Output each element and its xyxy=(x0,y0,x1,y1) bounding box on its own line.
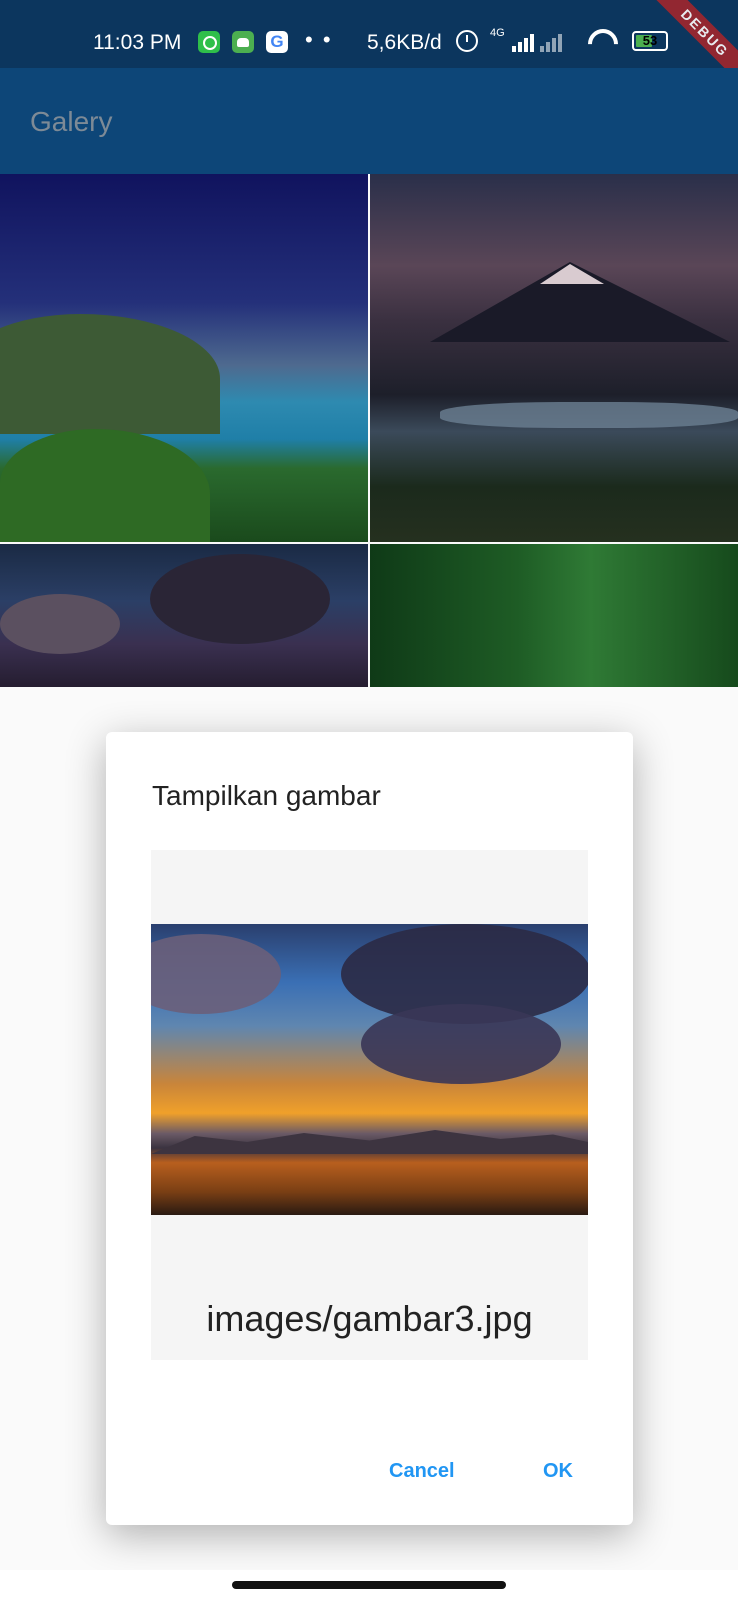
app-bar: Galery xyxy=(0,68,738,174)
ok-button[interactable]: OK xyxy=(543,1460,573,1483)
snow-cap-shape xyxy=(540,264,604,284)
dialog-title: Tampilkan gambar xyxy=(152,780,381,811)
battery-icon: 53 xyxy=(632,31,668,51)
network-type-label: 4G xyxy=(490,27,505,39)
status-time: 11:03 PM xyxy=(93,31,182,54)
battery-level: 53 xyxy=(642,33,658,48)
gallery-image-lake[interactable] xyxy=(0,174,368,542)
network-speed: 5,6KB/d xyxy=(367,31,442,54)
cloud-shape xyxy=(0,594,120,654)
preview-image xyxy=(151,924,588,1215)
gallery-image-valley[interactable] xyxy=(370,544,738,687)
cloud-shape xyxy=(150,554,330,644)
image-dialog: Tampilkan gambar images/gambar3.jpg Canc… xyxy=(106,732,633,1525)
cloud-shape xyxy=(151,934,281,1014)
wifi-icon xyxy=(588,29,618,53)
cloud-shape xyxy=(361,1004,561,1084)
mountain-silhouette xyxy=(151,1130,588,1154)
image-preview: images/gambar3.jpg xyxy=(151,850,588,1360)
cancel-button[interactable]: Cancel xyxy=(389,1460,455,1483)
more-notifications-icon: • • xyxy=(305,27,333,52)
status-bar: 11:03 PM G • • 5,6KB/d 4G 53 DEBUG xyxy=(0,0,738,101)
gallery-image-clouds[interactable] xyxy=(0,544,368,687)
home-indicator[interactable] xyxy=(232,1581,506,1589)
google-icon: G xyxy=(266,31,288,53)
alarm-icon xyxy=(456,30,478,52)
image-filename: images/gambar3.jpg xyxy=(206,1298,533,1339)
lake-shape xyxy=(440,402,738,428)
hill-shape xyxy=(0,314,220,434)
page-title: Galery xyxy=(30,106,113,137)
gallery-grid xyxy=(0,174,738,687)
gallery-image-mountain[interactable] xyxy=(370,174,738,542)
bush-shape xyxy=(0,429,210,542)
whatsapp-icon xyxy=(198,31,220,53)
android-bot-icon xyxy=(232,31,254,53)
